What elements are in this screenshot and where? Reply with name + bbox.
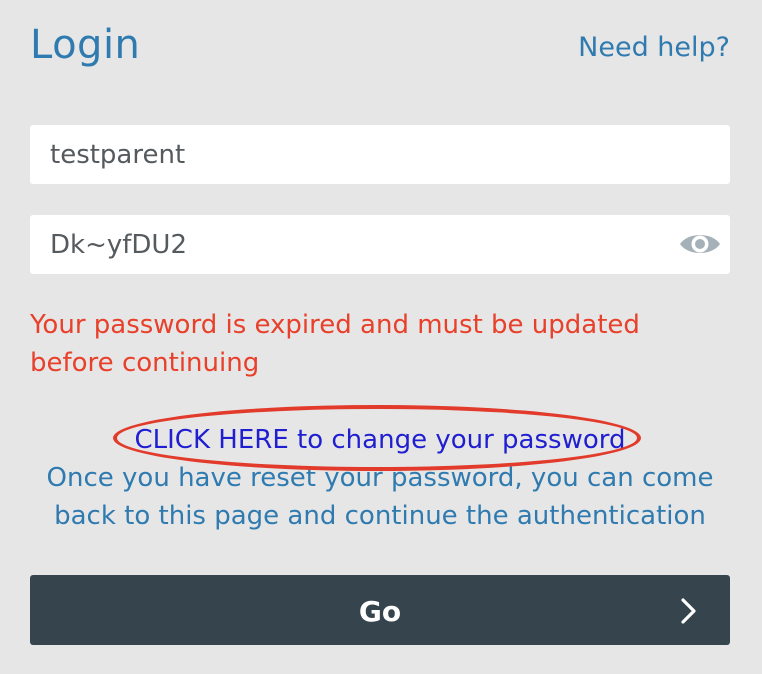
username-field-container <box>30 125 730 184</box>
chevron-right-icon <box>681 598 696 624</box>
eye-icon[interactable] <box>678 226 722 262</box>
username-input[interactable] <box>30 125 730 184</box>
password-reset-notice: CLICK HERE to change your password Once … <box>30 421 730 535</box>
password-expired-error: Your password is expired and must be upd… <box>30 310 640 378</box>
page-title: Login <box>30 22 141 68</box>
go-button-label: Go <box>358 595 402 628</box>
go-button[interactable]: Go <box>30 575 730 645</box>
password-input[interactable] <box>30 215 730 274</box>
password-field-container <box>30 215 730 274</box>
need-help-link[interactable]: Need help? <box>578 32 730 63</box>
reset-info-text: Once you have reset your password, you c… <box>46 463 714 531</box>
change-password-link[interactable]: CLICK HERE to change your password <box>135 425 626 455</box>
